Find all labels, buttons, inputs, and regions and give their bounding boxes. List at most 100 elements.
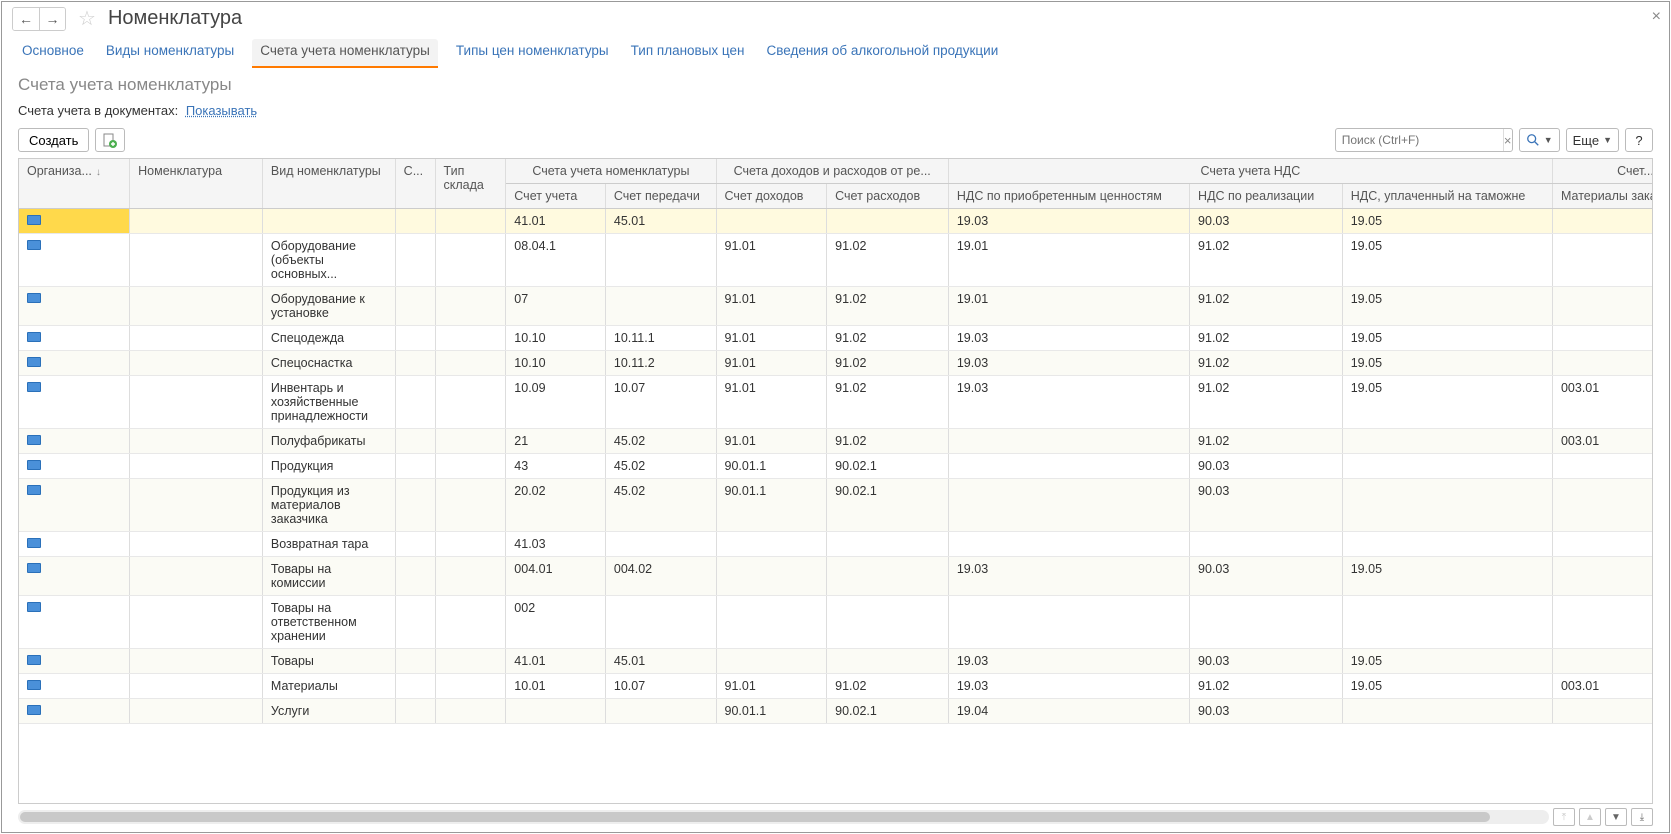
- table-wrap: Организа...↓ Номенклатура Вид номенклату…: [18, 158, 1653, 804]
- cell: 91.01: [716, 376, 827, 429]
- cell: [716, 557, 827, 596]
- cell: [435, 649, 506, 674]
- cell: 45.01: [605, 209, 716, 234]
- table-row[interactable]: Спецодежда10.1010.11.191.0191.0219.0391.…: [19, 326, 1652, 351]
- more-label: Еще: [1573, 133, 1599, 148]
- tab-3[interactable]: Типы цен номенклатуры: [452, 39, 613, 68]
- record-icon: [27, 382, 41, 392]
- table-row[interactable]: Инвентарь и хозяйственные принадлежности…: [19, 376, 1652, 429]
- cell: 19.05: [1342, 557, 1552, 596]
- page-title: Номенклатура: [108, 7, 242, 30]
- tab-0[interactable]: Основное: [18, 39, 88, 68]
- col-header-org[interactable]: Организа...↓: [19, 159, 130, 209]
- col-group-scheta[interactable]: Счета учета номенклатуры: [506, 159, 716, 184]
- col-header-su[interactable]: Счет учета: [506, 184, 606, 209]
- accounts-table: Организа...↓ Номенклатура Вид номенклату…: [19, 159, 1652, 724]
- table-row[interactable]: 41.0145.0119.0390.0319.05: [19, 209, 1652, 234]
- table-row[interactable]: Услуги90.01.190.02.119.0490.03: [19, 699, 1652, 724]
- close-button[interactable]: ×: [1652, 8, 1661, 26]
- cell: [1552, 532, 1652, 557]
- table-row[interactable]: Оборудование (объекты основных...08.04.1…: [19, 234, 1652, 287]
- table-row[interactable]: Полуфабрикаты2145.0291.0191.0291.02003.0…: [19, 429, 1652, 454]
- scroll-bottom-button[interactable]: ⤓: [1631, 808, 1653, 826]
- col-header-nom[interactable]: Номенклатура: [130, 159, 263, 209]
- cell: [605, 234, 716, 287]
- col-group-scheta2[interactable]: Счет...: [1552, 159, 1652, 184]
- table-row[interactable]: Оборудование к установке0791.0191.0219.0…: [19, 287, 1652, 326]
- col-header-nds2[interactable]: НДС по реализации: [1190, 184, 1343, 209]
- scroll-up-button[interactable]: ▲: [1579, 808, 1601, 826]
- horizontal-scrollbar[interactable]: [18, 810, 1549, 824]
- tab-5[interactable]: Сведения об алкогольной продукции: [762, 39, 1002, 68]
- create-button[interactable]: Создать: [18, 128, 89, 152]
- col-header-sd[interactable]: Счет доходов: [716, 184, 827, 209]
- cell: [130, 287, 263, 326]
- cell: 91.01: [716, 351, 827, 376]
- col-header-nds3[interactable]: НДС, уплаченный на таможне: [1342, 184, 1552, 209]
- cell: 45.01: [605, 649, 716, 674]
- cell: [19, 351, 130, 376]
- cell: 004.02: [605, 557, 716, 596]
- table-row[interactable]: Товары на комиссии004.01004.0219.0390.03…: [19, 557, 1652, 596]
- help-button[interactable]: ?: [1625, 128, 1653, 152]
- cell: [395, 351, 435, 376]
- nav-forward-button[interactable]: →: [39, 8, 65, 30]
- scroll-down-button[interactable]: ▼: [1605, 808, 1627, 826]
- scrollbar-thumb[interactable]: [20, 812, 1490, 822]
- table-row[interactable]: Товары41.0145.0119.0390.0319.05: [19, 649, 1652, 674]
- col-header-tip[interactable]: Тип склада: [435, 159, 506, 209]
- search-icon: [1526, 133, 1540, 147]
- cell: 91.02: [827, 287, 949, 326]
- cell: [1552, 649, 1652, 674]
- cell: [395, 429, 435, 454]
- table-row[interactable]: Продукция4345.0290.01.190.02.190.03: [19, 454, 1652, 479]
- col-header-s[interactable]: С...: [395, 159, 435, 209]
- cell: [827, 557, 949, 596]
- cell: [1342, 532, 1552, 557]
- table-row[interactable]: Материалы10.0110.0791.0191.0219.0391.021…: [19, 674, 1652, 699]
- cell: 003.01: [1552, 674, 1652, 699]
- cell: 19.03: [948, 351, 1189, 376]
- bottom-bar: ⤒ ▲ ▼ ⤓: [2, 804, 1669, 832]
- favorite-star-icon[interactable]: ☆: [78, 6, 96, 31]
- cell: 002: [506, 596, 606, 649]
- cell: [130, 351, 263, 376]
- search-input[interactable]: [1336, 133, 1503, 147]
- col-group-dohod[interactable]: Счета доходов и расходов от ре...: [716, 159, 948, 184]
- record-icon: [27, 680, 41, 690]
- tab-1[interactable]: Виды номенклатуры: [102, 39, 238, 68]
- cell: 004.01: [506, 557, 606, 596]
- cell: [19, 557, 130, 596]
- cell: 91.02: [827, 376, 949, 429]
- cell: 91.02: [1190, 234, 1343, 287]
- cell: Инвентарь и хозяйственные принадлежности: [262, 376, 395, 429]
- col-group-nds[interactable]: Счета учета НДС: [948, 159, 1552, 184]
- col-header-vid[interactable]: Вид номенклатуры: [262, 159, 395, 209]
- create-copy-button[interactable]: [95, 128, 125, 152]
- table-scroll[interactable]: Организа...↓ Номенклатура Вид номенклату…: [19, 159, 1652, 803]
- search-clear-button[interactable]: ×: [1503, 129, 1512, 151]
- search-button[interactable]: ▼: [1519, 128, 1560, 152]
- more-button[interactable]: Еще ▼: [1566, 128, 1619, 152]
- table-row[interactable]: Возвратная тара41.03: [19, 532, 1652, 557]
- chevron-down-icon: ▼: [1544, 135, 1553, 145]
- cell: 19.05: [1342, 351, 1552, 376]
- nav-back-button[interactable]: ←: [13, 8, 39, 30]
- tab-4[interactable]: Тип плановых цен: [627, 39, 749, 68]
- col-header-sp[interactable]: Счет передачи: [605, 184, 716, 209]
- cell: 45.02: [605, 454, 716, 479]
- col-header-mat[interactable]: Материалы заказчика: [1552, 184, 1652, 209]
- col-header-sr[interactable]: Счет расходов: [827, 184, 949, 209]
- cell: [827, 209, 949, 234]
- cell: [435, 234, 506, 287]
- table-row[interactable]: Продукция из материалов заказчика20.0245…: [19, 479, 1652, 532]
- table-row[interactable]: Спецоснастка10.1010.11.291.0191.0219.039…: [19, 351, 1652, 376]
- scroll-top-button[interactable]: ⤒: [1553, 808, 1575, 826]
- table-row[interactable]: Товары на ответственном хранении002: [19, 596, 1652, 649]
- col-header-nds1[interactable]: НДС по приобретенным ценностям: [948, 184, 1189, 209]
- tab-2[interactable]: Счета учета номенклатуры: [252, 39, 438, 68]
- info-link[interactable]: Показывать: [186, 103, 257, 118]
- cell: [395, 287, 435, 326]
- cell: [395, 649, 435, 674]
- cell: Товары: [262, 649, 395, 674]
